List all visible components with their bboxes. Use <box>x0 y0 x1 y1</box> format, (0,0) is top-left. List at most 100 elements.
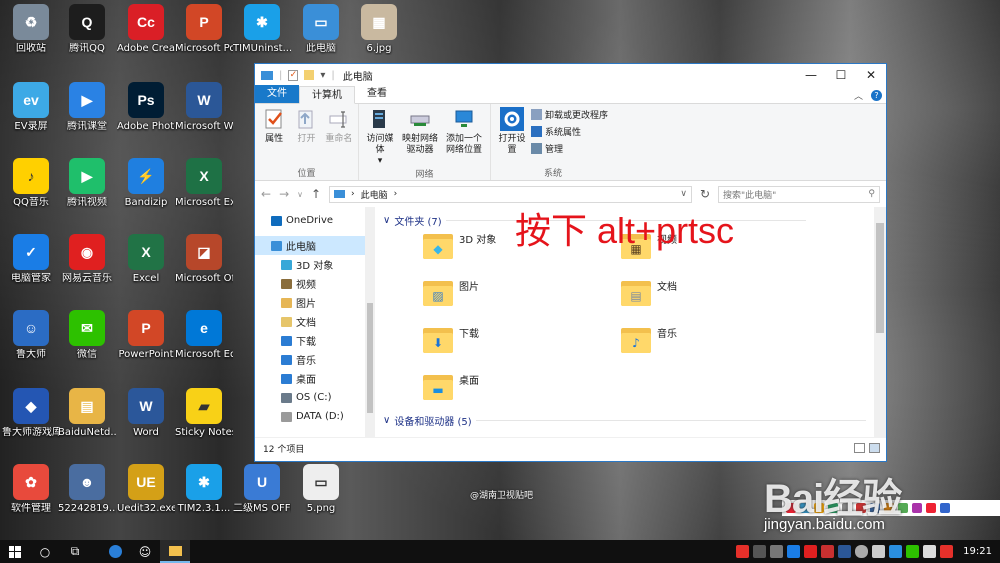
minimize-button[interactable]: — <box>796 64 826 86</box>
desktop-shortcut[interactable]: ✿ 软件管理 <box>2 464 60 515</box>
pc-manager-tray-icon[interactable] <box>787 545 801 558</box>
uninstall-program-button[interactable]: 卸载或更改程序 <box>531 108 608 121</box>
map-network-drive-button[interactable]: 映射网络驱动器 <box>399 107 441 167</box>
breadcrumb-this-pc[interactable]: 此电脑 <box>361 188 388 201</box>
up-arrow-icon[interactable]: ↑ <box>311 187 321 201</box>
clock[interactable]: 19:21 <box>963 546 992 557</box>
desktop-shortcut[interactable]: X Excel <box>117 234 175 285</box>
desktop-shortcut[interactable]: ▤ BaiduNetd... <box>58 388 116 439</box>
nav-item[interactable]: 桌面 <box>255 369 375 388</box>
start-windows-icon[interactable] <box>0 540 30 563</box>
manage-button[interactable]: 管理 <box>531 142 608 155</box>
desktop-shortcut[interactable]: U 二级MS OFFICE... <box>233 464 291 515</box>
add-network-location-button[interactable]: 添加一个网络位置 <box>443 107 485 167</box>
rename-button[interactable]: 重命名 <box>324 107 354 166</box>
desktop-shortcut[interactable]: ▶ 腾讯课堂 <box>58 82 116 133</box>
refresh-icon[interactable]: ↻ <box>700 187 710 201</box>
collapse-chevron-icon[interactable]: ∨ <box>383 215 390 226</box>
close-button[interactable]: ✕ <box>856 64 886 86</box>
desktop-shortcut[interactable]: ✓ 电脑管家 <box>2 234 60 285</box>
open-button[interactable]: 打开 <box>291 107 321 166</box>
desktop-shortcut[interactable]: X Microsoft Excel 2010 <box>175 158 233 209</box>
new-folder-icon[interactable] <box>304 70 315 80</box>
desktop-shortcut[interactable]: Ps Adobe Photosho... <box>117 82 175 133</box>
open-settings-button[interactable]: 打开设置 <box>495 107 529 166</box>
devices-group-header[interactable]: ∨ 设备和驱动器 (5) <box>383 413 866 428</box>
back-arrow-icon[interactable]: ← <box>261 187 271 201</box>
folder-item[interactable]: ▬ 桌面 <box>423 372 479 400</box>
folder-item[interactable]: ▨ 图片 <box>423 278 479 306</box>
tab-computer[interactable]: 计算机 <box>299 86 355 104</box>
search-input[interactable]: 搜索"此电脑" ⚲ <box>718 185 880 203</box>
desktop-shortcut[interactable]: ☻ 52242819... <box>58 464 116 515</box>
maximize-button[interactable]: ☐ <box>826 64 856 86</box>
wechat-tray-icon[interactable] <box>906 545 920 558</box>
desktop-shortcut[interactable]: Cc Adobe Creati... <box>117 4 175 55</box>
access-media-button[interactable]: 访问媒体 ▾ <box>363 107 397 167</box>
taskbar-browser-icon[interactable] <box>100 540 130 563</box>
history-chevron-icon[interactable]: ∨ <box>297 190 303 199</box>
forward-arrow-icon[interactable]: → <box>279 187 289 201</box>
desktop-shortcut[interactable]: ⚡ Bandizip <box>117 158 175 209</box>
tab-view[interactable]: 查看 <box>355 85 399 103</box>
desktop-shortcut[interactable]: UE Uedit32.exe - 快捷方式 <box>117 464 175 515</box>
desktop-shortcut[interactable]: ▭ 5.png <box>292 464 350 515</box>
desktop-shortcut[interactable]: P Microsoft PowerPoi... <box>175 4 233 55</box>
desktop-shortcut[interactable]: ✉ 微信 <box>58 310 116 361</box>
nav-item[interactable]: 3D 对象 <box>255 255 375 274</box>
desktop-shortcut[interactable]: e Microsoft Edge <box>175 310 233 361</box>
navigation-pane[interactable]: OneDrive 此电脑 3D 对象 视频 图片 文档 下载 音乐 桌面 OS (C:) DATA … <box>255 207 375 437</box>
properties-check-icon[interactable]: ✓ <box>288 69 299 81</box>
cortana-search-icon[interactable]: ○ <box>30 540 60 563</box>
wps-tray-icon[interactable] <box>821 545 835 558</box>
taskbar-file-explorer-icon[interactable] <box>160 540 190 563</box>
nav-item[interactable]: OS (C:) <box>255 388 375 407</box>
taskbar-ludashi-icon[interactable]: ☺ <box>130 540 160 563</box>
properties-button[interactable]: 属性 <box>259 107 289 166</box>
collapse-chevron-icon[interactable]: ∨ <box>383 415 390 426</box>
collapse-ribbon-chevron-icon[interactable]: ︿ <box>854 89 863 102</box>
desktop-shortcut[interactable]: ▭ 此电脑 <box>292 4 350 55</box>
desktop-shortcut[interactable]: ev EV录屏 <box>2 82 60 133</box>
desktop-shortcut[interactable]: ☺ 鲁大师 <box>2 310 60 361</box>
folder-item[interactable]: ◆ 3D 对象 <box>423 231 496 259</box>
customize-chevron-icon[interactable]: ▾ <box>320 70 325 81</box>
file-explorer-window[interactable]: | ✓ ▾ | 此电脑 — ☐ ✕ 文件 计算机 查看 ︿ ? 属性 打开 重命… <box>254 63 887 462</box>
desktop-shortcut[interactable]: ◉ 网易云音乐 <box>58 234 116 285</box>
nav-item[interactable]: 视频 <box>255 274 375 293</box>
desktop-shortcut[interactable]: Q 腾讯QQ <box>58 4 116 55</box>
desktop-shortcut[interactable]: ✱ TIM2.3.1... <box>175 464 233 515</box>
desktop-shortcut[interactable]: ▦ 6.jpg <box>350 4 408 55</box>
nav-item[interactable]: 文档 <box>255 312 375 331</box>
desktop-shortcut[interactable]: ◪ Microsoft Office P... <box>175 234 233 285</box>
desktop-shortcut[interactable]: ✱ TIMUninst... <box>233 4 291 55</box>
nav-item[interactable]: 此电脑 <box>255 236 375 255</box>
phone-icon[interactable] <box>753 545 767 558</box>
desktop-shortcut[interactable]: ♻ 回收站 <box>2 4 60 55</box>
desktop-shortcut[interactable]: ◆ 鲁大师游戏库 <box>2 388 60 439</box>
content-scrollbar[interactable] <box>874 207 886 437</box>
desktop-shortcut[interactable]: W Microsoft Word 2010 <box>175 82 233 133</box>
wifi-icon[interactable] <box>872 545 886 558</box>
nav-item[interactable]: 音乐 <box>255 350 375 369</box>
tab-file[interactable]: 文件 <box>255 85 299 103</box>
folder-item[interactable]: ▤ 文档 <box>621 278 677 306</box>
details-view-icon[interactable] <box>854 443 865 453</box>
desktop-shortcut[interactable]: ▶ 腾讯视频 <box>58 158 116 209</box>
content-pane[interactable]: 按下 alt+prtsc ∨ 文件夹 (7) ◆ 3D 对象 ▦ 视频 ▨ 图片 ▤ 文档 ⬇ 下… <box>375 207 886 437</box>
volume-icon[interactable] <box>923 545 937 558</box>
large-icons-view-icon[interactable] <box>869 443 880 453</box>
security-shield-icon[interactable] <box>889 545 903 558</box>
netease-music-tray-icon[interactable] <box>804 545 818 558</box>
title-bar[interactable]: | ✓ ▾ | 此电脑 — ☐ ✕ <box>255 64 886 86</box>
cloud-icon[interactable] <box>855 545 869 558</box>
word-tray-icon[interactable] <box>838 545 852 558</box>
nav-item[interactable]: DATA (D:) <box>255 407 375 426</box>
desktop-shortcut[interactable]: ▰ Sticky Notes <box>175 388 233 439</box>
nav-item[interactable]: OneDrive <box>255 211 375 230</box>
nav-item[interactable]: 下载 <box>255 331 375 350</box>
address-dropdown-icon[interactable]: ∨ <box>680 189 687 199</box>
desktop-shortcut[interactable]: P PowerPoint <box>117 310 175 361</box>
help-icon[interactable]: ? <box>871 90 882 101</box>
sogou-ime-icon[interactable] <box>736 545 750 558</box>
